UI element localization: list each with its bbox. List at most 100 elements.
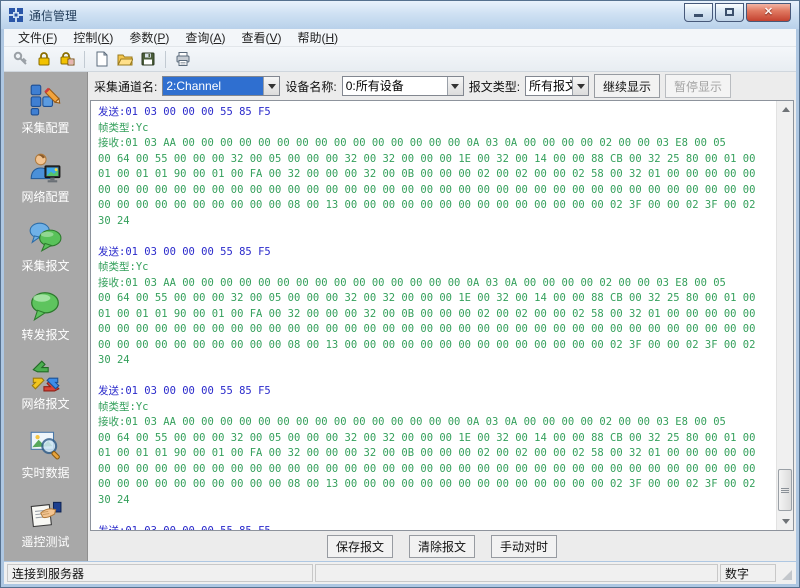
- sidebar-item-label: 实时数据: [21, 466, 70, 480]
- log-line-recv: 00 00 00 00 00 00 00 00 00 00 00 00 00 0…: [98, 462, 756, 475]
- device-select[interactable]: 0:所有设备: [341, 76, 464, 96]
- continue-display-button[interactable]: 继续显示: [594, 74, 661, 98]
- log-line-recv: 00 00 00 00 00 00 00 00 00 00 08 00 13 0…: [98, 338, 756, 351]
- realtime-data-icon: [31, 431, 61, 460]
- message-area[interactable]: 发送:01 03 00 00 00 55 85 F5 帧类型:Yc 接收:01 03…: [90, 100, 794, 531]
- toolbar: [4, 47, 796, 72]
- channel-value: 2:Channel: [163, 77, 264, 95]
- print-icon[interactable]: [174, 50, 192, 68]
- log-line-spacer: [98, 508, 776, 524]
- menu-file[interactable]: 文件(F): [10, 28, 65, 47]
- sidebar: 采集配置 网络配置 采集报文 转发报文 网络报文 实时数据 遥控测试: [4, 72, 88, 561]
- network-config-icon: [31, 153, 61, 183]
- type-label: 报文类型:: [468, 79, 521, 94]
- log-line-recv: 30 24: [98, 214, 130, 227]
- status-bar: 连接到服务器 数字: [4, 562, 796, 584]
- log-line-recv: 帧类型:Yc: [98, 400, 149, 413]
- channel-select[interactable]: 2:Channel: [162, 76, 281, 96]
- forward-message-icon: [31, 292, 60, 322]
- log-line-recv: 30 24: [98, 493, 130, 506]
- menu-view[interactable]: 查看(V): [233, 28, 289, 47]
- action-bar: 保存报文 清除报文 手动对时: [88, 531, 796, 561]
- log-line-recv: 帧类型:Yc: [98, 261, 149, 273]
- sidebar-item-forward-message[interactable]: 转发报文: [21, 289, 70, 343]
- sidebar-item-network-config[interactable]: 网络配置: [21, 151, 70, 205]
- new-file-icon[interactable]: [93, 50, 111, 68]
- lock-tag-icon[interactable]: [58, 50, 76, 68]
- save-icon[interactable]: [139, 50, 157, 68]
- save-message-button[interactable]: 保存报文: [326, 534, 393, 558]
- sidebar-item-remote-test[interactable]: 遥控测试: [21, 496, 70, 550]
- log-line-spacer: [98, 369, 776, 385]
- status-numlock: 数字: [720, 564, 776, 582]
- chevron-down-icon[interactable]: [572, 77, 589, 95]
- minimize-button[interactable]: [684, 2, 713, 22]
- message-log[interactable]: 发送:01 03 00 00 00 55 85 F5 帧类型:Yc 接收:01 03…: [91, 101, 776, 530]
- sidebar-item-collect-message[interactable]: 采集报文: [21, 220, 70, 274]
- log-line-recv: 帧类型:Yc: [98, 121, 149, 134]
- log-line-recv: 接收:01 03 AA 00 00 00 00 00 00 00 00 00 0…: [98, 416, 726, 428]
- log-line-recv: 接收:01 03 AA 00 00 00 00 00 00 00 00 00 0…: [98, 276, 726, 289]
- menu-bar: 文件(F) 控制(K) 参数(P) 查询(A) 查看(V) 帮助(H): [4, 29, 796, 47]
- log-line-recv: 01 00 01 01 90 00 01 00 FA 00 32 00 00 0…: [98, 447, 756, 459]
- log-line-recv: 00 00 00 00 00 00 00 00 00 00 08 00 13 0…: [98, 199, 756, 211]
- log-line-recv: 30 24: [98, 354, 130, 366]
- log-line-recv: 01 00 01 01 90 00 01 00 FA 00 32 00 00 0…: [98, 168, 756, 180]
- device-value: 0:所有设备: [345, 79, 404, 93]
- log-line-recv: 接收:01 03 AA 00 00 00 00 00 00 00 00 00 0…: [98, 137, 726, 149]
- title-bar[interactable]: 通信管理 ✕: [1, 1, 799, 29]
- message-block: 发送:01 03 00 00 00 55 85 F5 帧类型:Yc 接收:01 03…: [98, 384, 776, 524]
- network-message-icon: [31, 360, 61, 392]
- collect-config-icon: [31, 84, 61, 116]
- sidebar-item-label: 网络报文: [21, 397, 70, 411]
- time-sync-button[interactable]: 手动对时: [491, 534, 558, 558]
- message-block: 发送:01 03 00 00 00 55 85 F5 帧类型:Yc 接收:01 03…: [98, 245, 776, 385]
- window-title: 通信管理: [29, 8, 78, 23]
- message-block: 发送:01 03 00 00 00 55 85 F5 帧类型:Yc 接收:01 03…: [98, 105, 776, 245]
- chevron-down-icon[interactable]: [446, 77, 463, 95]
- maximize-button[interactable]: [715, 2, 744, 22]
- type-value: 所有报文: [529, 79, 573, 93]
- filter-bar: 采集通道名: 2:Channel 设备名称: 0:所有设备 报文类型: 所有报文…: [88, 72, 796, 100]
- toolbar-separator: [165, 50, 166, 68]
- log-line-recv: 00 00 00 00 00 00 00 00 00 00 00 00 00 0…: [98, 183, 756, 196]
- log-line-recv: 00 00 00 00 00 00 00 00 00 00 08 00 13 0…: [98, 478, 756, 490]
- pause-display-button: 暂停显示: [665, 74, 732, 98]
- scroll-down-icon[interactable]: [777, 513, 793, 530]
- open-folder-icon[interactable]: [116, 50, 134, 68]
- menu-help[interactable]: 帮助(H): [289, 28, 346, 47]
- log-line-recv: 00 64 00 55 00 00 00 32 00 05 00 00 00 3…: [98, 152, 756, 165]
- scrollbar-thumb[interactable]: [778, 469, 792, 511]
- menu-params[interactable]: 参数(P): [121, 28, 177, 47]
- chevron-down-icon[interactable]: [263, 77, 280, 95]
- log-line-send: 发送:01 03 00 00 00 55 85 F5: [98, 106, 271, 118]
- status-connection: 连接到服务器: [7, 564, 313, 582]
- sidebar-item-label: 采集配置: [21, 121, 70, 135]
- sidebar-item-realtime-data[interactable]: 实时数据: [21, 427, 70, 481]
- channel-label: 采集通道名:: [94, 79, 158, 94]
- app-content: 采集配置 网络配置 采集报文 转发报文 网络报文 实时数据 遥控测试 采集通道名…: [4, 72, 796, 561]
- log-line-recv: 01 00 01 01 90 00 01 00 FA 00 32 00 00 0…: [98, 307, 756, 320]
- menu-query[interactable]: 查询(A): [177, 28, 233, 47]
- sidebar-item-network-message[interactable]: 网络报文: [21, 358, 70, 412]
- sidebar-item-label: 采集报文: [21, 259, 70, 273]
- key-icon[interactable]: [12, 50, 30, 68]
- menu-control[interactable]: 控制(K): [65, 28, 121, 47]
- scroll-up-icon[interactable]: [777, 101, 793, 118]
- sidebar-item-label: 遥控测试: [21, 535, 70, 549]
- vertical-scrollbar[interactable]: [776, 101, 793, 530]
- lock-icon[interactable]: [35, 50, 53, 68]
- toolbar-separator: [84, 50, 85, 68]
- log-line-recv: 00 00 00 00 00 00 00 00 00 00 00 00 00 0…: [98, 323, 756, 335]
- clear-message-button[interactable]: 清除报文: [408, 534, 475, 558]
- sidebar-item-collect-config[interactable]: 采集配置: [21, 82, 70, 136]
- app-window: 通信管理 ✕ 文件(F) 控制(K) 参数(P) 查询(A) 查看(V) 帮助(…: [0, 0, 800, 588]
- log-line-recv: 00 64 00 55 00 00 00 32 00 05 00 00 00 3…: [98, 292, 756, 304]
- log-line-send: 发送:01 03 00 00 00 55 85 F5: [98, 524, 776, 531]
- close-button[interactable]: ✕: [746, 2, 791, 22]
- maximize-icon: [725, 8, 734, 16]
- type-select[interactable]: 所有报文: [525, 76, 590, 96]
- close-icon: ✕: [763, 5, 774, 18]
- main-panel: 采集通道名: 2:Channel 设备名称: 0:所有设备 报文类型: 所有报文…: [88, 72, 796, 561]
- resize-grip-icon[interactable]: [778, 564, 794, 582]
